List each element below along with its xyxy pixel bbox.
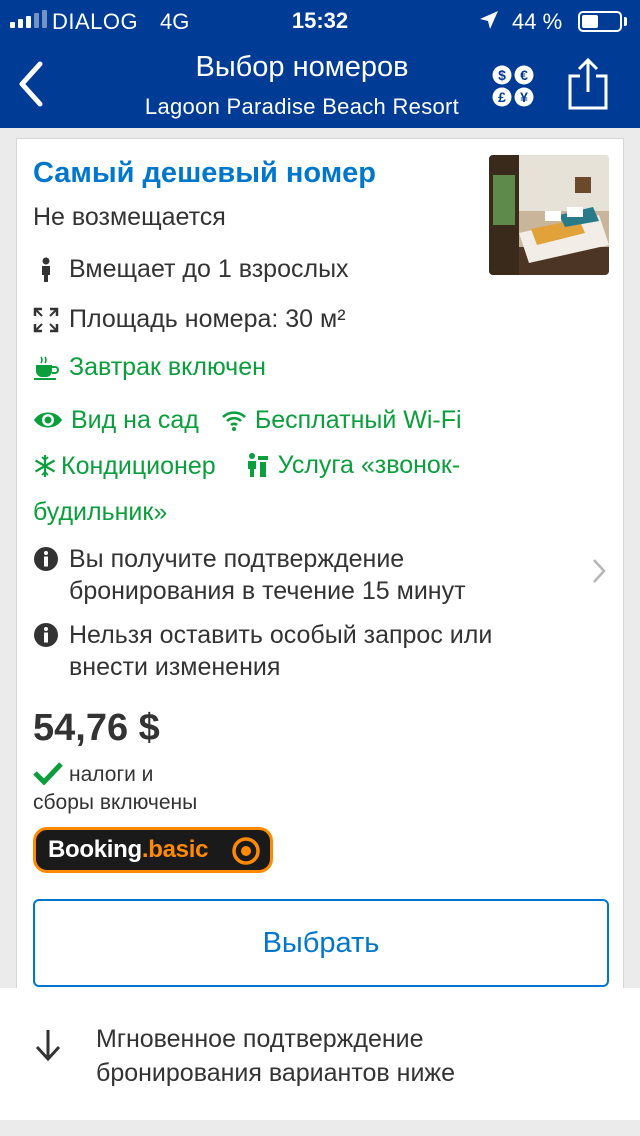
breakfast-text: Завтрак включен (69, 353, 266, 381)
confirmation-info[interactable]: Вы получите подтверждение бронирования в… (33, 543, 466, 607)
instant-confirmation-notice[interactable]: Мгновенное подтверждение бронирования ва… (0, 988, 640, 1120)
notice-line: Мгновенное подтверждение (96, 1025, 424, 1053)
occupancy-row: Вмещает до 1 взрослых (33, 255, 349, 284)
chevron-left-icon (19, 61, 43, 107)
top-bar: DIALOG 4G 15:32 44 % Выбор номеров Lagoo… (0, 0, 640, 128)
currency-icon[interactable]: $ € £ ¥ (491, 64, 535, 108)
requests-text: Нельзя оставить особый запрос или (69, 621, 493, 649)
taxes-note: налоги и сборы включены (33, 761, 253, 817)
requests-info: Нельзя оставить особый запрос или внести… (33, 619, 492, 683)
chevron-right-icon[interactable] (591, 557, 607, 585)
eye-icon (34, 412, 62, 428)
location-arrow-icon (480, 11, 498, 29)
room-card: Самый дешевый номер Не возмещается Вмеща… (16, 138, 624, 988)
amenity-wakeup: Услуга «звонок- (244, 444, 460, 486)
booking-basic-badge: Booking.basic (33, 827, 273, 873)
refund-policy: Не возмещается (33, 203, 226, 231)
amenity-garden-view: Вид на сад (33, 399, 199, 441)
badge-label-accent: .basic (141, 836, 209, 863)
amenity-wifi: Бесплатный Wi-Fi (221, 399, 462, 441)
taxes-text: налоги и (69, 763, 154, 786)
occupancy-text: Вмещает до 1 взрослых (69, 255, 349, 283)
select-room-button[interactable]: Выбрать (33, 899, 609, 987)
snowflake-icon (34, 455, 56, 477)
battery-icon (578, 11, 622, 32)
page-title: Выбор номеров (195, 51, 409, 83)
battery-level (582, 15, 598, 28)
person-icon (42, 257, 50, 282)
taxes-text: сборы включены (33, 791, 198, 814)
status-bar: DIALOG 4G 15:32 44 % (0, 0, 640, 40)
checkmark-icon (33, 762, 63, 785)
confirmation-text: Вы получите подтверждение (69, 545, 405, 573)
svg-text:€: € (520, 67, 528, 83)
back-button[interactable] (10, 56, 54, 112)
notice-line: бронирования вариантов ниже (96, 1059, 456, 1087)
coffee-cup-icon (34, 356, 59, 380)
amenity-label: Кондиционер (61, 452, 216, 480)
target-icon (232, 837, 260, 865)
share-button[interactable] (566, 56, 610, 112)
svg-text:$: $ (498, 67, 506, 83)
room-price: 54,76 $ (33, 707, 160, 749)
amenities-list: Вид на сад Бесплатный Wi-Fi Кондиционер (33, 399, 553, 533)
badge-label-main: Booking (48, 836, 142, 863)
battery-percent: 44 % (512, 9, 563, 34)
amenity-label: Бесплатный Wi-Fi (254, 406, 462, 434)
wakeup-service-icon (247, 453, 268, 477)
amenity-label-continued: будильник» (33, 498, 168, 526)
room-photo[interactable] (489, 155, 609, 275)
amenity-label: Услуга «звонок- (277, 451, 461, 479)
area-row: Площадь номера: 30 м² (33, 305, 346, 334)
svg-text:¥: ¥ (520, 89, 528, 105)
amenity-label: Вид на сад (71, 406, 199, 434)
share-icon (568, 57, 608, 110)
info-icon (34, 623, 58, 647)
info-icon (34, 547, 58, 571)
confirmation-text: бронирования в течение 15 минут (69, 577, 466, 605)
wifi-icon (221, 411, 246, 431)
hotel-name: Lagoon Paradise Beach Resort (144, 94, 460, 119)
breakfast-row: Завтрак включен (33, 353, 266, 382)
battery-tip (624, 17, 627, 26)
arrow-down-icon (35, 1030, 61, 1062)
area-text: Площадь номера: 30 м² (69, 305, 346, 333)
svg-text:£: £ (498, 89, 506, 105)
notice-text: Мгновенное подтверждение бронирования ва… (96, 1022, 596, 1090)
requests-text: внести изменения (69, 653, 281, 681)
amenity-ac: Кондиционер (33, 445, 216, 487)
badge-label: Booking.basic (48, 836, 208, 864)
room-title[interactable]: Самый дешевый номер (33, 157, 376, 190)
expand-icon (33, 307, 59, 332)
